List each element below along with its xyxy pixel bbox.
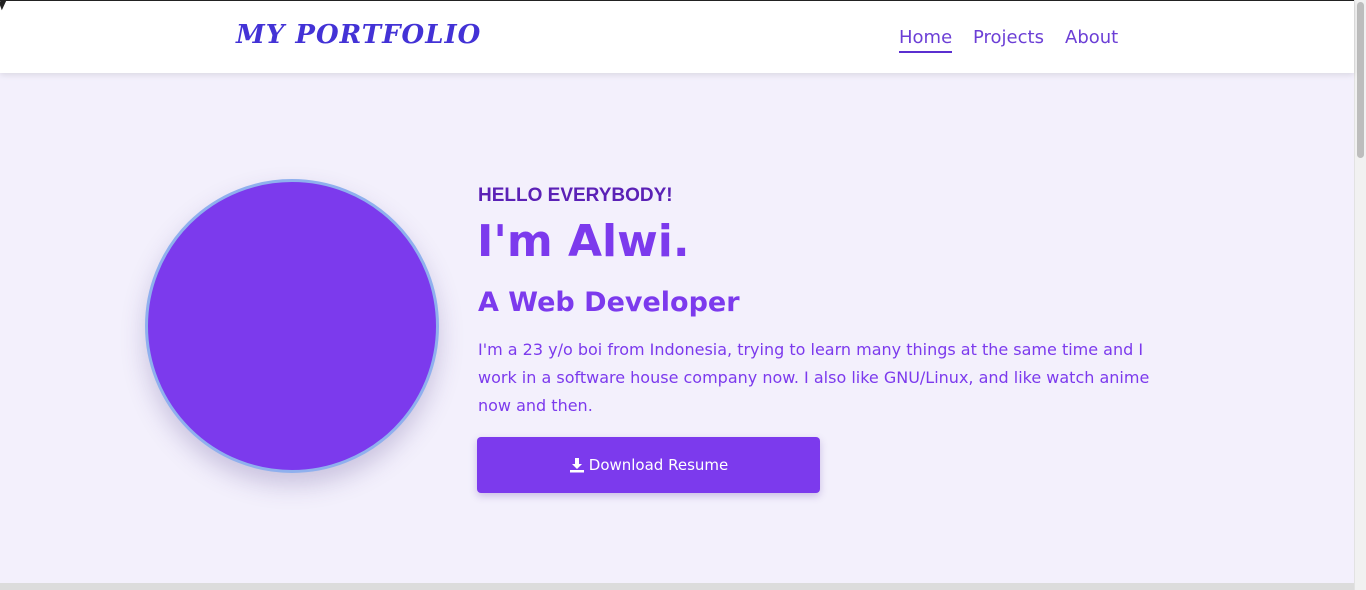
page-scrollbar[interactable] [1354,0,1366,590]
scrollbar-thumb[interactable] [1357,2,1364,158]
download-resume-button[interactable]: Download Resume [477,437,820,493]
brand-logo[interactable]: MY PORTFOLIO [236,20,481,50]
hero-role: A Web Developer [478,287,740,318]
nav-link-home[interactable]: Home [899,27,953,53]
nav-link-projects[interactable]: Projects [973,27,1044,51]
nav-link-about[interactable]: About [1065,27,1118,51]
navbar: MY PORTFOLIO Home Projects About [0,0,1354,73]
hero-name: I'm Alwi. [477,216,690,267]
hero-greeting: HELLO EVERYBODY! [478,185,673,206]
profile-avatar [145,179,439,473]
hero-bio: I'm a 23 y/o boi from Indonesia, trying … [478,340,1150,415]
download-resume-label: Download Resume [588,456,729,474]
download-icon [569,457,585,473]
bottom-strip [0,583,1354,590]
